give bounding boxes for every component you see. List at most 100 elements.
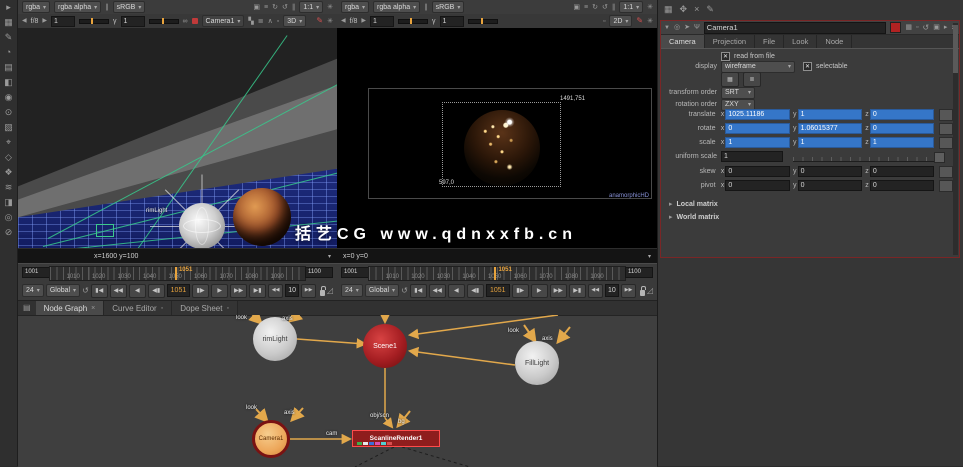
viewer2-mode-dropdown[interactable]: 2D▾ bbox=[609, 15, 632, 27]
image-tool-icon[interactable]: ▦ bbox=[4, 18, 13, 27]
roi-icon[interactable]: ▫ bbox=[603, 18, 605, 25]
collapse-icon[interactable]: ▼ bbox=[664, 25, 670, 31]
prev-keyframe-button[interactable]: ◀◀ bbox=[110, 284, 127, 298]
list-icon[interactable]: ≡ bbox=[264, 4, 268, 11]
jump-back-button[interactable]: ◀◀ bbox=[588, 284, 603, 298]
mute-tool-icon[interactable]: ⊘ bbox=[5, 228, 13, 237]
range-scope-dropdown[interactable]: Global▾ bbox=[365, 284, 399, 297]
gain-prev-icon[interactable]: ◀ bbox=[22, 18, 27, 24]
timeline1-range-end-field[interactable]: 1100 bbox=[305, 267, 333, 278]
merge-tool-icon[interactable]: ▧ bbox=[4, 123, 13, 132]
draw-tool-icon[interactable]: ✎ bbox=[5, 33, 13, 42]
timeline2-range-start-field[interactable]: 1001 bbox=[341, 267, 369, 278]
pause-icon[interactable]: ∥ bbox=[424, 4, 428, 11]
expand-triangle-icon[interactable]: ▸ bbox=[669, 214, 673, 221]
update-icon[interactable]: ↺ bbox=[602, 4, 608, 11]
goto-end-button[interactable]: ▶▮ bbox=[249, 284, 266, 298]
slope-icon[interactable]: ◿ bbox=[327, 287, 333, 295]
skew-y-field[interactable]: 0 bbox=[798, 166, 862, 177]
node-camera1[interactable]: Camera1 bbox=[252, 420, 290, 458]
tab-projection[interactable]: Projection bbox=[705, 35, 755, 48]
threed-tool-icon[interactable]: ◇ bbox=[5, 153, 12, 162]
anchor-icon[interactable]: ➤ bbox=[684, 24, 690, 31]
record-dot-icon[interactable] bbox=[192, 18, 198, 24]
slope-icon[interactable]: ◿ bbox=[647, 287, 653, 295]
list-icon[interactable]: ≡ bbox=[584, 4, 588, 11]
gain-next-icon[interactable]: ▶ bbox=[361, 18, 366, 24]
update-icon[interactable]: ↺ bbox=[282, 4, 288, 11]
viewer2-colorspace-dropdown[interactable]: sRGB▾ bbox=[432, 1, 465, 13]
step-forward-button[interactable]: ▮▶ bbox=[512, 284, 529, 298]
next-keyframe-button[interactable]: ▶▶ bbox=[550, 284, 567, 298]
goto-end-button[interactable]: ▶▮ bbox=[569, 284, 586, 298]
viewer2-display-style-dropdown[interactable]: rgba alpha▾ bbox=[373, 1, 420, 13]
views-tool-icon[interactable]: ◨ bbox=[4, 198, 13, 207]
deep-tool-icon[interactable]: ≋ bbox=[5, 183, 13, 192]
fps-dropdown[interactable]: 24▾ bbox=[341, 284, 363, 297]
tab-node[interactable]: Node bbox=[817, 35, 852, 48]
tab-look[interactable]: Look bbox=[784, 35, 817, 48]
playhead[interactable] bbox=[494, 267, 496, 280]
star-icon[interactable]: ✳ bbox=[647, 18, 653, 25]
pause-playback-icon[interactable]: ∥ bbox=[292, 4, 296, 11]
snap-button[interactable]: ▦ bbox=[721, 72, 739, 87]
next-keyframe-button[interactable]: ▶▶ bbox=[230, 284, 247, 298]
rows-icon[interactable]: ≣ bbox=[258, 18, 264, 25]
camera-gizmo[interactable] bbox=[96, 224, 114, 237]
scale-y-field[interactable]: 1 bbox=[798, 137, 862, 148]
help-icon[interactable]: ▸ bbox=[944, 24, 948, 31]
timeline1-ruler[interactable]: 1010 1020 1030 1040 1050 1060 1070 1080 … bbox=[49, 266, 306, 281]
scale-x-field[interactable]: 1 bbox=[725, 137, 789, 148]
refresh-icon[interactable]: ↻ bbox=[272, 4, 278, 11]
expand-triangle-icon[interactable]: ▸ bbox=[669, 201, 673, 208]
pause-icon[interactable]: ∥ bbox=[105, 4, 109, 11]
node-name-field[interactable]: Camera1 bbox=[704, 22, 887, 34]
play-backward-button[interactable]: ◀ bbox=[448, 284, 465, 298]
rotate-z-field[interactable]: 0 bbox=[870, 123, 934, 134]
range-scope-dropdown[interactable]: Global▾ bbox=[46, 284, 80, 297]
scale-z-field[interactable]: 1 bbox=[870, 137, 934, 148]
viewer-tool-icon[interactable]: ▸ bbox=[6, 3, 11, 12]
transform-order-dropdown[interactable]: SRT▾ bbox=[721, 87, 755, 99]
viewer2-zoom-dropdown[interactable]: 1:1▾ bbox=[619, 1, 643, 13]
revert-icon[interactable]: ↺ bbox=[922, 24, 929, 32]
step-back-button[interactable]: ◀▮ bbox=[148, 284, 165, 298]
timeline2-range-end-field[interactable]: 1100 bbox=[625, 267, 653, 278]
goto-start-button[interactable]: ▮◀ bbox=[410, 284, 427, 298]
playhead[interactable] bbox=[175, 267, 177, 280]
hand-icon[interactable]: ✥ bbox=[680, 5, 688, 14]
axis-button[interactable]: ≣ bbox=[743, 72, 761, 87]
timeline1-range-start-field[interactable]: 1001 bbox=[22, 267, 50, 278]
center-node-icon[interactable]: ◎ bbox=[674, 24, 680, 31]
viewer1-channels-dropdown[interactable]: rgba▾ bbox=[22, 1, 50, 13]
uniform-scale-slider-handle[interactable] bbox=[934, 152, 945, 163]
roi-icon[interactable]: ▫ bbox=[277, 18, 279, 25]
light-sphere[interactable] bbox=[179, 203, 225, 248]
layers-icon[interactable]: ▚ bbox=[248, 18, 253, 25]
skew-x-field[interactable]: 0 bbox=[725, 166, 789, 177]
tab-curve-editor[interactable]: Curve Editor◦ bbox=[104, 301, 172, 315]
gamma-slider[interactable] bbox=[468, 19, 498, 24]
hide-input-icon[interactable]: ▫ bbox=[916, 24, 918, 31]
lock-range-icon[interactable] bbox=[640, 290, 645, 296]
transform-tool-icon[interactable]: ⌖ bbox=[6, 138, 11, 147]
pivot-z-field[interactable]: 0 bbox=[870, 180, 934, 191]
goto-start-button[interactable]: ▮◀ bbox=[91, 284, 108, 298]
chevron-down-icon[interactable]: ▾ bbox=[648, 253, 651, 260]
translate-animation-button[interactable] bbox=[939, 109, 953, 121]
gain-slider[interactable] bbox=[398, 19, 428, 24]
viewer1-camera-dropdown[interactable]: Camera1▾ bbox=[202, 15, 245, 27]
star-icon[interactable]: ✳ bbox=[327, 18, 333, 25]
scale-animation-button[interactable] bbox=[939, 137, 953, 149]
translate-y-field[interactable]: 1 bbox=[798, 109, 862, 120]
star-icon[interactable]: ✳ bbox=[327, 4, 333, 11]
scrollbar-thumb[interactable] bbox=[953, 25, 958, 73]
read-from-file-checkbox[interactable]: ✕ bbox=[721, 52, 730, 61]
viewer1-mode-dropdown[interactable]: 3D▾ bbox=[283, 15, 306, 27]
tab-node-graph[interactable]: Node Graph× bbox=[36, 301, 105, 315]
current-frame-field[interactable]: 1051 bbox=[167, 284, 190, 297]
annotate-pen-icon[interactable]: ✎ bbox=[636, 17, 643, 25]
viewer1-colorspace-dropdown[interactable]: sRGB▾ bbox=[113, 1, 146, 13]
time-tool-icon[interactable]: ◔ bbox=[6, 48, 11, 57]
panel-menu-icon[interactable]: ▤ bbox=[18, 304, 36, 312]
